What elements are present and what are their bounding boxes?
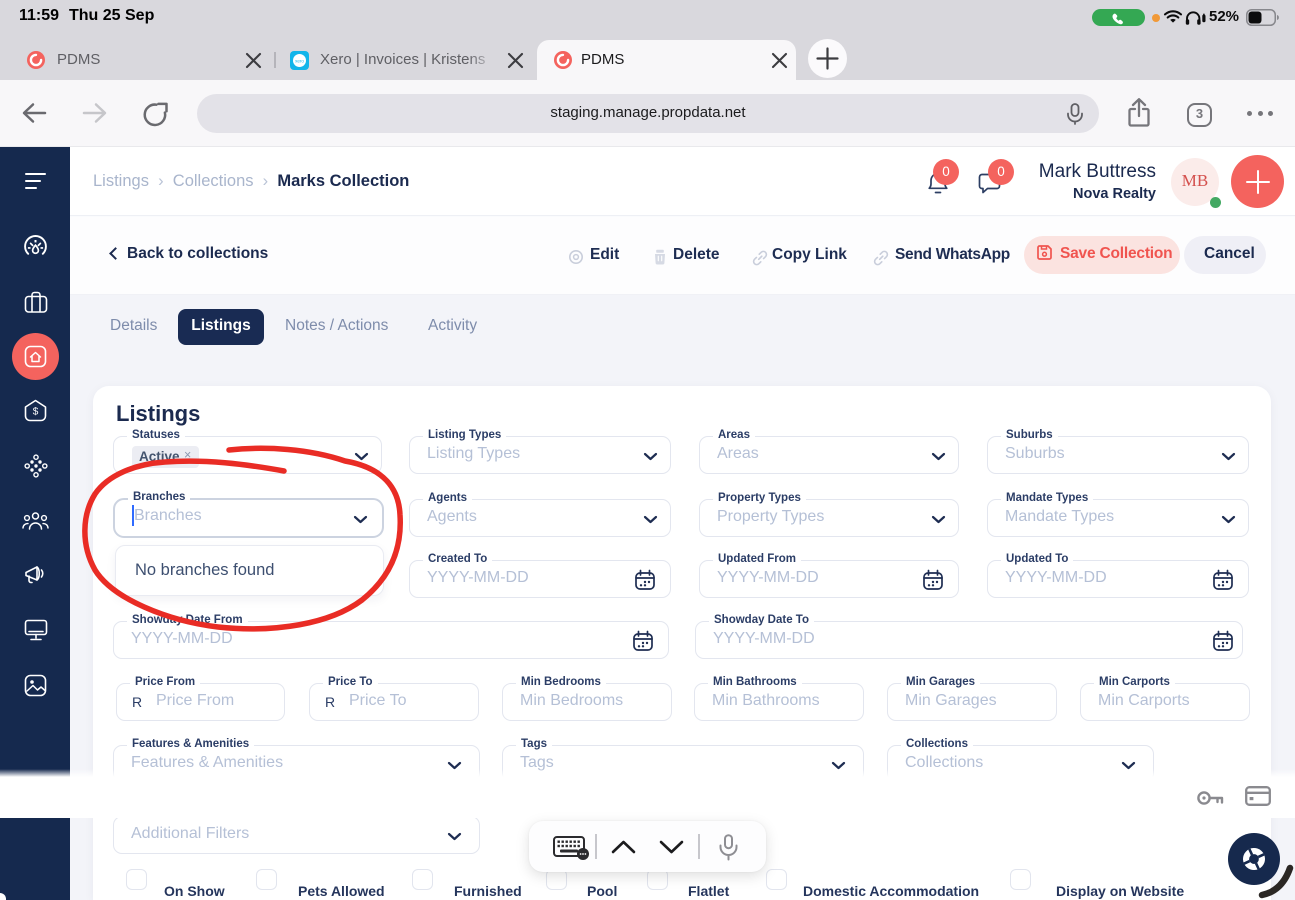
svg-text:$: $	[33, 407, 39, 418]
svg-text:xero: xero	[295, 59, 304, 64]
